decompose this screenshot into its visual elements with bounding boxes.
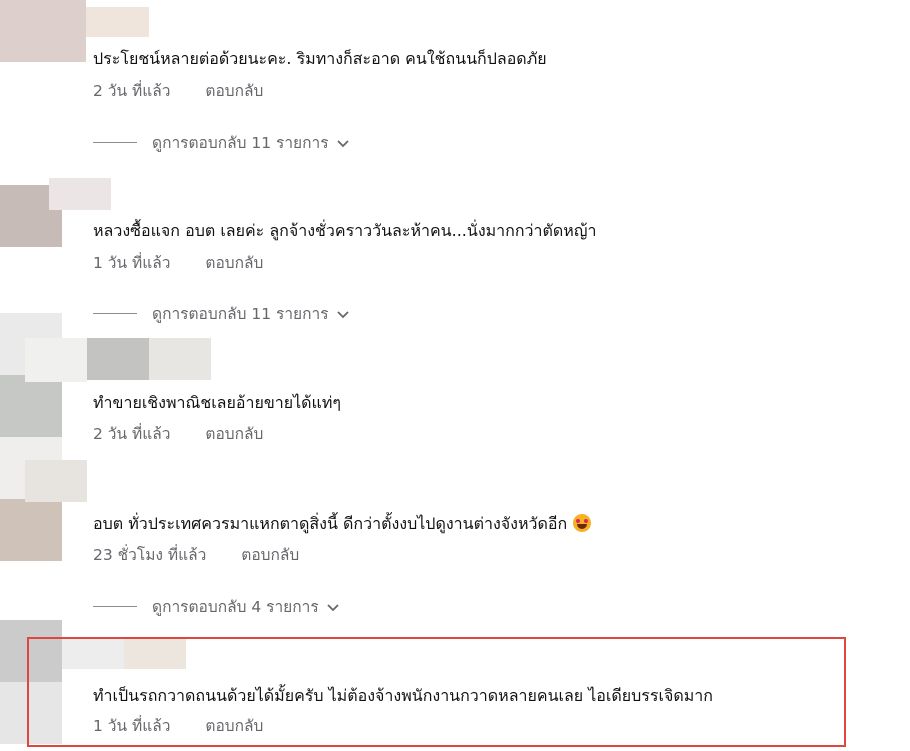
author-name-redacted[interactable] bbox=[49, 178, 111, 210]
reply-button[interactable]: ตอบกลับ bbox=[205, 250, 263, 275]
divider-line bbox=[93, 142, 137, 143]
view-replies-button[interactable]: ดูการตอบกลับ 4 รายการ bbox=[93, 594, 339, 619]
comment-meta: 1 วัน ที่แล้ว ตอบกลับ bbox=[93, 250, 263, 275]
comment-meta: 2 วัน ที่แล้ว ตอบกลับ bbox=[93, 78, 263, 103]
comment-meta: 23 ชั่วโมง ที่แล้ว ตอบกลับ bbox=[93, 542, 299, 567]
divider-line bbox=[93, 313, 137, 314]
comment-text: หลวงซื้อแจก อบต เลยค่ะ ลูกจ้างชั่วคราววั… bbox=[93, 221, 597, 240]
view-replies-label: ดูการตอบกลับ 4 รายการ bbox=[152, 598, 319, 616]
view-replies-button[interactable]: ดูการตอบกลับ 11 รายการ bbox=[93, 130, 349, 155]
view-replies-button[interactable]: ดูการตอบกลับ 11 รายการ bbox=[93, 301, 349, 326]
comment-timestamp[interactable]: 2 วัน ที่แล้ว bbox=[93, 78, 170, 103]
comment-timestamp[interactable]: 23 ชั่วโมง ที่แล้ว bbox=[93, 542, 206, 567]
grinning-face-icon bbox=[573, 514, 592, 532]
comment-timestamp[interactable]: 2 วัน ที่แล้ว bbox=[93, 421, 170, 446]
chevron-down-icon bbox=[336, 305, 349, 323]
author-name-redacted[interactable] bbox=[149, 338, 211, 380]
divider-line bbox=[93, 606, 137, 607]
comment-timestamp[interactable]: 1 วัน ที่แล้ว bbox=[93, 250, 170, 275]
chevron-down-icon bbox=[336, 134, 349, 152]
author-name-redacted[interactable] bbox=[86, 7, 149, 37]
reply-button[interactable]: ตอบกลับ bbox=[205, 421, 263, 446]
comment-text-content: อบต ทั่วประเทศควรมาแหกตาดูสิ่งนี้ ดีกว่า… bbox=[93, 514, 568, 533]
comment-text: ประโยชน์หลายต่อด้วยนะคะ. ริมทางก็สะอาด ค… bbox=[93, 49, 547, 68]
chevron-down-icon bbox=[327, 598, 339, 616]
highlight-box bbox=[27, 637, 846, 747]
author-name-redacted[interactable] bbox=[25, 460, 87, 502]
comment-text: อบต ทั่วประเทศควรมาแหกตาดูสิ่งนี้ ดีกว่า… bbox=[93, 512, 592, 537]
avatar[interactable] bbox=[0, 0, 86, 62]
comment-meta: 2 วัน ที่แล้ว ตอบกลับ bbox=[93, 421, 263, 446]
author-name-redacted[interactable] bbox=[25, 338, 87, 382]
comment-text: ทำขายเชิงพาณิชเลยอ้ายขายได้แท่ๆ bbox=[93, 393, 342, 412]
reply-button[interactable]: ตอบกลับ bbox=[241, 542, 299, 567]
avatar[interactable] bbox=[0, 499, 62, 561]
author-name-redacted[interactable] bbox=[87, 338, 149, 380]
view-replies-label: ดูการตอบกลับ 11 รายการ bbox=[152, 134, 329, 152]
view-replies-label: ดูการตอบกลับ 11 รายการ bbox=[152, 305, 329, 323]
avatar[interactable] bbox=[0, 375, 62, 437]
reply-button[interactable]: ตอบกลับ bbox=[205, 78, 263, 103]
